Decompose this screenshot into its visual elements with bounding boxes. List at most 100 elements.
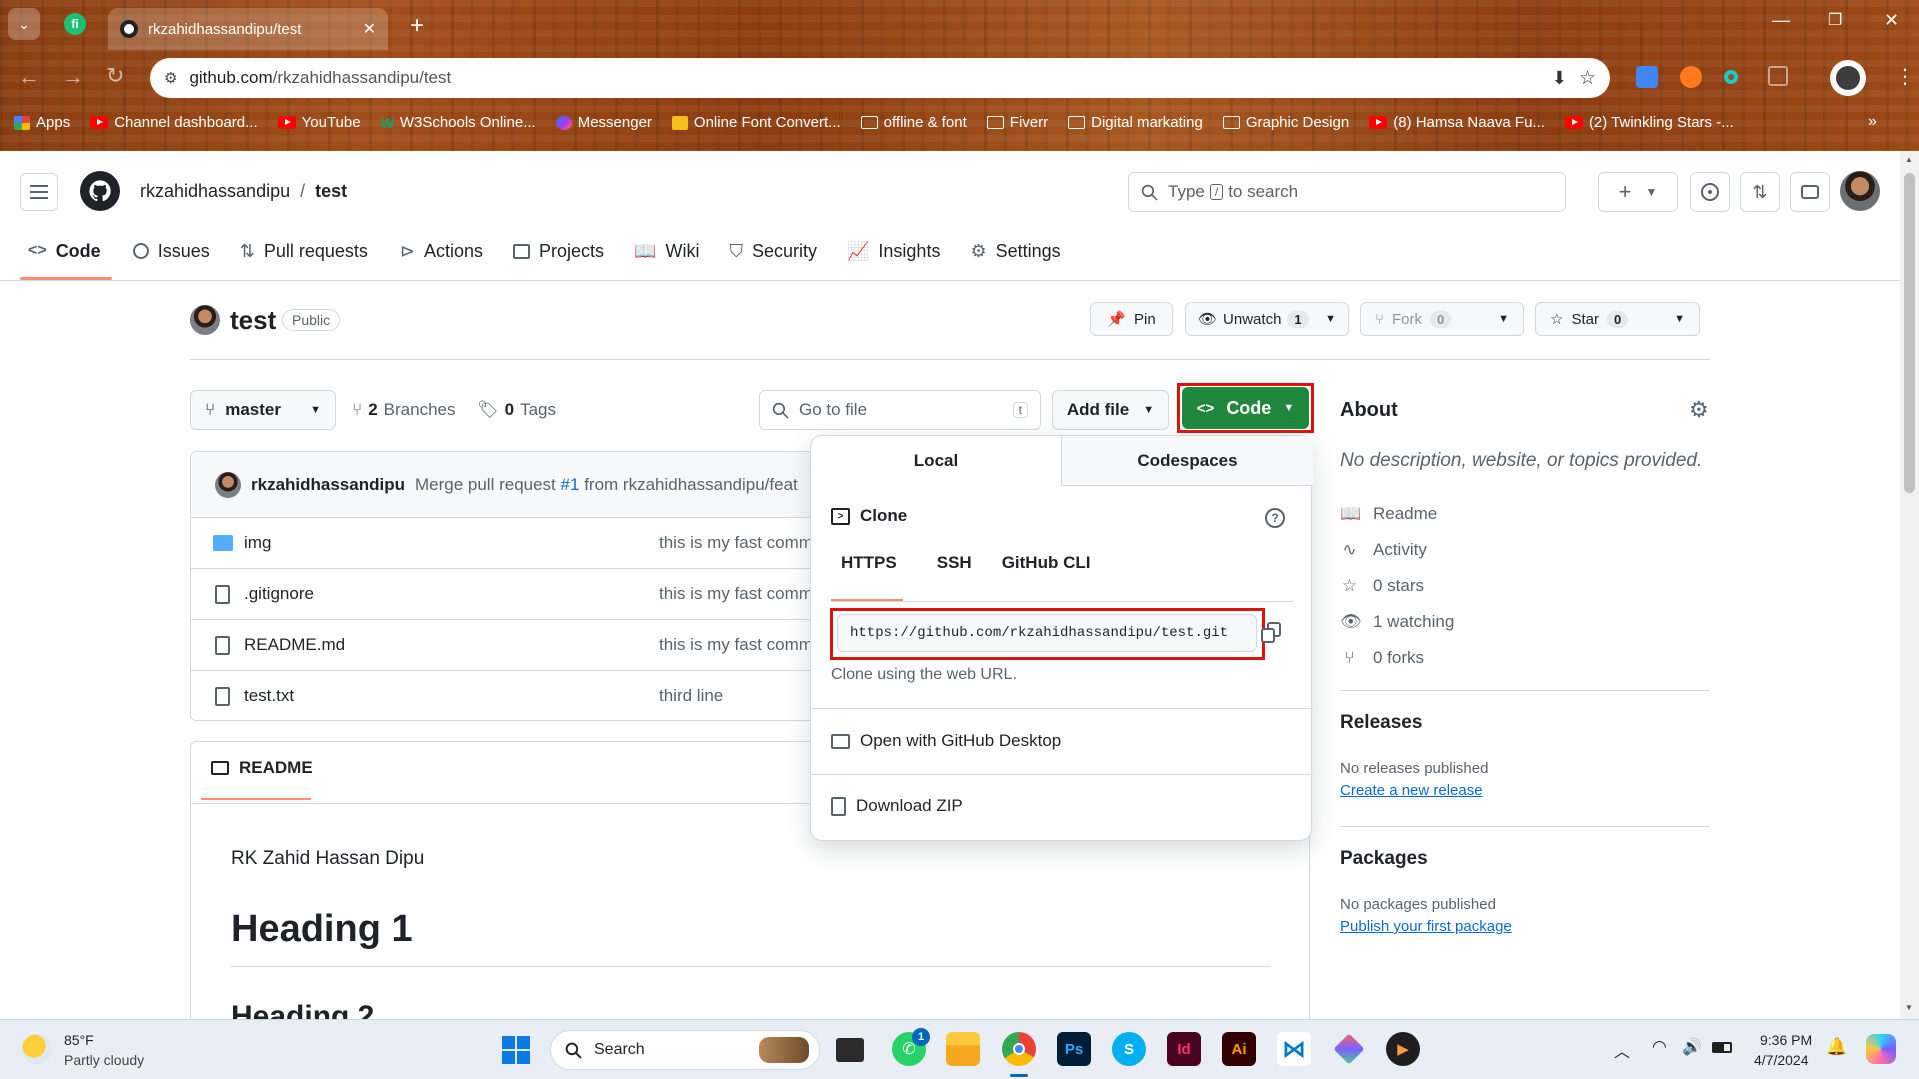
repo-owner-avatar[interactable]	[190, 305, 220, 335]
commit-author[interactable]: rkzahidhassandipu	[251, 475, 405, 495]
global-search-input[interactable]: Type / to search	[1128, 172, 1566, 212]
tab-settings[interactable]: ⚙ Settings	[970, 231, 1060, 271]
tab-projects[interactable]: Projects	[513, 231, 604, 271]
bookmark-star-icon[interactable]: ☆	[1579, 67, 1596, 90]
tray-overflow-icon[interactable]: ︿	[1614, 1038, 1630, 1062]
extensions-puzzle-icon[interactable]	[1768, 66, 1788, 86]
vscode-icon[interactable]: ⋈	[1277, 1032, 1311, 1066]
file-commit-message[interactable]: third line	[659, 686, 723, 706]
scroll-down-arrow[interactable]: ▼	[1905, 1003, 1913, 1012]
bookmark-youtube[interactable]: YouTube	[277, 114, 361, 131]
github-logo-icon[interactable]	[80, 171, 120, 211]
install-app-icon[interactable]: ⬇	[1552, 68, 1567, 89]
active-tab[interactable]: rkzahidhassandipu/test ✕	[108, 8, 388, 50]
copy-url-icon[interactable]	[1261, 622, 1283, 644]
tab-code[interactable]: <> Code	[28, 231, 101, 271]
add-file-button[interactable]: Add file ▼	[1052, 390, 1169, 430]
battery-icon[interactable]	[1712, 1042, 1732, 1053]
bookmark-fiverr[interactable]: Fiverr	[986, 114, 1048, 131]
bookmark-channel-dashboard[interactable]: Channel dashboard...	[90, 114, 258, 131]
skype-icon[interactable]: S	[1112, 1032, 1146, 1066]
packages-title[interactable]: Packages	[1340, 848, 1428, 870]
bookmark-w3schools[interactable]: W W3Schools Online...	[381, 114, 536, 131]
indesign-icon[interactable]: Id	[1167, 1032, 1201, 1066]
file-name[interactable]: img	[244, 533, 271, 553]
about-forks[interactable]: ⑂ 0 forks	[1340, 640, 1454, 676]
readme-tab[interactable]: README	[211, 758, 313, 778]
chrome-menu-icon[interactable]: ⋮	[1895, 64, 1915, 89]
address-bar[interactable]: ⚙ github.com/rkzahidhassandipu/test ⬇ ☆	[150, 58, 1610, 98]
pr-link[interactable]: #1	[561, 475, 580, 494]
extension-sync-icon[interactable]	[1680, 66, 1702, 88]
commit-author-avatar[interactable]	[215, 471, 241, 498]
tab-search-button[interactable]: ⌄	[8, 8, 40, 40]
media-player-icon[interactable]: ▶	[1386, 1032, 1420, 1066]
notification-bell-icon[interactable]: 🔔	[1826, 1037, 1847, 1057]
tab-pull-requests[interactable]: ⇅ Pull requests	[240, 231, 368, 271]
clock-date[interactable]: 4/7/2024	[1754, 1052, 1809, 1068]
window-minimize-icon[interactable]: —	[1772, 10, 1790, 31]
issues-icon-button[interactable]	[1690, 172, 1730, 212]
about-watching[interactable]: 👁 1 watching	[1340, 604, 1454, 640]
protocol-tab-https[interactable]: HTTPS	[831, 553, 907, 573]
bookmarks-overflow-icon[interactable]: »	[1868, 113, 1877, 131]
file-explorer-icon[interactable]	[946, 1032, 980, 1066]
new-tab-button[interactable]: +	[410, 12, 424, 40]
file-name[interactable]: .gitignore	[244, 584, 314, 604]
inbox-button[interactable]	[1790, 172, 1830, 212]
window-close-icon[interactable]: ✕	[1884, 10, 1899, 31]
taskbar-search[interactable]: Search	[550, 1030, 820, 1070]
chevron-down-icon[interactable]: ▼	[1325, 313, 1348, 325]
file-name[interactable]: README.md	[244, 635, 345, 655]
breadcrumb-owner[interactable]: rkzahidhassandipu	[140, 181, 290, 202]
publish-package-link[interactable]: Publish your first package	[1340, 918, 1512, 935]
tab-insights[interactable]: 📈 Insights	[847, 231, 940, 271]
branch-selector[interactable]: ⑂ master ▼	[190, 390, 336, 430]
extension-circle-icon[interactable]	[1724, 70, 1738, 84]
tab-codespaces[interactable]: Codespaces	[1061, 436, 1313, 486]
about-stars[interactable]: ☆ 0 stars	[1340, 568, 1454, 604]
weather-icon[interactable]	[22, 1034, 52, 1064]
user-avatar[interactable]	[1840, 171, 1880, 211]
illustrator-icon[interactable]: Ai	[1222, 1032, 1256, 1066]
about-settings-icon[interactable]: ⚙	[1689, 397, 1709, 423]
tab-wiki[interactable]: 📖 Wiki	[634, 231, 699, 271]
bookmark-messenger[interactable]: Messenger	[555, 114, 652, 131]
tab-actions[interactable]: ⊳ Actions	[400, 231, 483, 271]
fork-button[interactable]: ⑂ Fork 0 ▼	[1360, 302, 1524, 336]
volume-icon[interactable]: 🔊	[1682, 1037, 1702, 1057]
weather-temp[interactable]: 85°F	[64, 1032, 94, 1048]
scrollbar-thumb[interactable]	[1904, 173, 1915, 493]
tab-security[interactable]: ⛉ Security	[729, 231, 817, 271]
protocol-tab-ssh[interactable]: SSH	[937, 553, 972, 573]
page-scrollbar[interactable]: ▲ ▼	[1900, 151, 1919, 1019]
bookmark-digital-marketing[interactable]: Digital markating	[1068, 114, 1203, 131]
start-button[interactable]	[502, 1036, 530, 1064]
repo-title[interactable]: test	[230, 305, 276, 336]
app-diamond-icon[interactable]	[1332, 1032, 1366, 1066]
wifi-icon[interactable]: ◠	[1652, 1037, 1667, 1057]
bookmark-apps[interactable]: Apps	[14, 114, 70, 131]
photoshop-icon[interactable]: Ps	[1057, 1032, 1091, 1066]
task-view-icon[interactable]	[836, 1038, 864, 1062]
download-zip[interactable]: Download ZIP	[831, 796, 963, 816]
weather-desc[interactable]: Partly cloudy	[64, 1052, 144, 1068]
create-release-link[interactable]: Create a new release	[1340, 782, 1483, 799]
create-new-button[interactable]: + ▼	[1598, 172, 1678, 212]
code-button[interactable]: <> Code ▼	[1182, 387, 1309, 429]
reload-icon[interactable]: ↻	[106, 63, 124, 89]
copilot-icon[interactable]	[1866, 1034, 1896, 1064]
pull-requests-icon-button[interactable]: ⇅	[1740, 172, 1780, 212]
clock-time[interactable]: 9:36 PM	[1760, 1032, 1812, 1048]
scroll-up-arrow[interactable]: ▲	[1905, 155, 1913, 164]
help-icon[interactable]: ?	[1265, 508, 1285, 528]
bookmark-font-converter[interactable]: Online Font Convert...	[671, 114, 841, 131]
file-commit-message[interactable]: this is my fast comm	[659, 533, 813, 553]
hamburger-menu-button[interactable]	[20, 173, 58, 211]
tab-close-icon[interactable]: ✕	[363, 19, 376, 39]
unwatch-button[interactable]: 👁 Unwatch 1 ▼	[1185, 302, 1349, 336]
releases-title[interactable]: Releases	[1340, 712, 1422, 734]
bookmark-hamsa-naava[interactable]: (8) Hamsa Naava Fu...	[1369, 114, 1545, 131]
branches-link[interactable]: ⑂ 2 Branches	[352, 400, 456, 420]
protocol-tab-cli[interactable]: GitHub CLI	[1002, 553, 1091, 573]
